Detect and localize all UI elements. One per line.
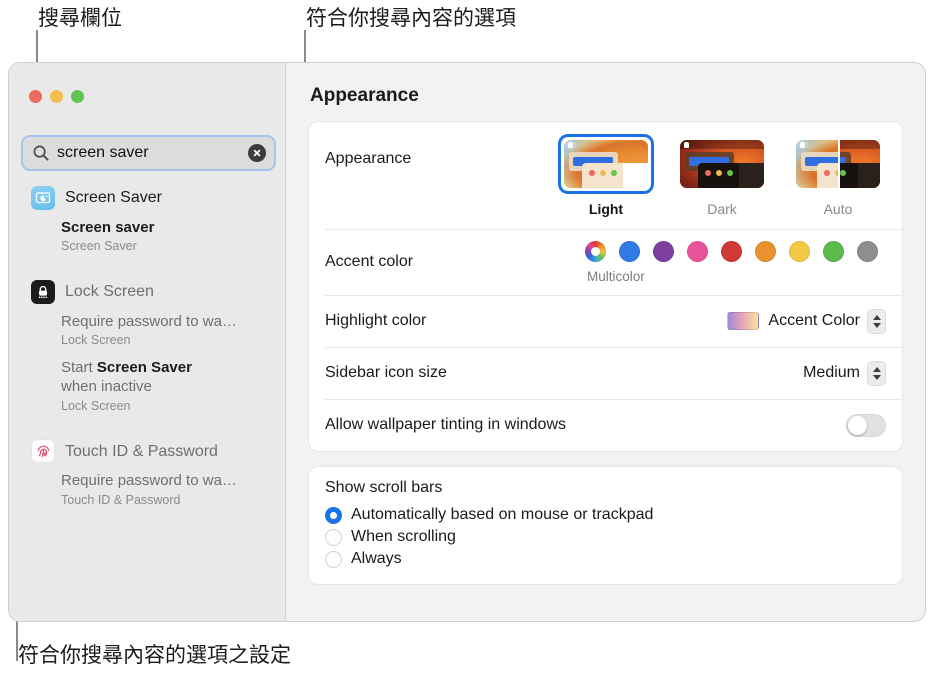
- sidebar-icon-size-row: Sidebar icon size Medium: [309, 347, 902, 399]
- system-settings-window: screen saver Screen Saver Screen saver S…: [8, 62, 926, 622]
- sidebar: screen saver Screen Saver Screen saver S…: [9, 63, 286, 621]
- settings-detail-pane: Appearance Appearance Light Dark Auto Ac…: [286, 63, 925, 621]
- result-item-title: Start Screen Saver: [61, 358, 269, 377]
- highlight-color-control[interactable]: Accent Color: [727, 308, 886, 334]
- result-item-subtitle: Touch ID & Password: [61, 492, 181, 507]
- accent-color-label: Accent color: [325, 253, 414, 270]
- sidebar-icon-size-label: Sidebar icon size: [325, 364, 447, 381]
- appearance-label: Appearance: [325, 150, 412, 167]
- accent-color-row: Accent color Multicolor: [309, 229, 902, 295]
- window-controls: [29, 90, 84, 103]
- result-item[interactable]: Start Screen Saver when inactive Lock Sc…: [9, 355, 285, 420]
- result-item-subtitle: Lock Screen: [61, 398, 131, 413]
- accent-swatch-pink[interactable]: [687, 240, 708, 262]
- result-item-subtitle: Screen Saver: [61, 239, 137, 254]
- scroll-bars-option-always[interactable]: Always: [325, 548, 886, 570]
- result-item-text-pre: Start: [61, 359, 97, 377]
- scroll-bars-option-label: When scrolling: [351, 528, 456, 545]
- accent-swatch-multicolor[interactable]: [585, 240, 606, 262]
- appearance-option-auto[interactable]: Auto: [790, 134, 886, 217]
- appearance-options: Light Dark Auto: [558, 134, 886, 217]
- result-item-subtitle: Lock Screen: [61, 333, 131, 348]
- highlight-color-swatch: [727, 312, 760, 330]
- appearance-option-label: Auto: [823, 201, 853, 217]
- scroll-bars-title: Show scroll bars: [325, 479, 443, 496]
- search-input-value[interactable]: screen saver: [57, 145, 248, 161]
- wallpaper-tinting-row: Allow wallpaper tinting in windows: [309, 399, 902, 451]
- highlight-color-value: Accent Color: [768, 312, 860, 329]
- annotation-search-field: 搜尋欄位: [38, 7, 122, 30]
- result-group-title: Screen Saver: [65, 189, 162, 207]
- scroll-bars-option-label: Automatically based on mouse or trackpad: [351, 506, 654, 523]
- radio-button[interactable]: [325, 550, 342, 568]
- annotation-matching-options: 符合你搜尋內容的選項: [306, 7, 516, 30]
- accent-color-options: Multicolor: [585, 233, 886, 292]
- result-group-title: Touch ID & Password: [65, 442, 218, 460]
- appearance-thumbnail-auto: [796, 140, 880, 188]
- search-results-list: Screen Saver Screen saver Screen Saver L…: [9, 181, 285, 621]
- chevron-updown-icon[interactable]: [867, 308, 886, 334]
- lock-screen-icon: [31, 280, 55, 305]
- clear-icon[interactable]: [248, 144, 266, 162]
- wallpaper-tinting-toggle[interactable]: [846, 413, 886, 437]
- appearance-option-label: Light: [588, 201, 624, 217]
- appearance-option-dark[interactable]: Dark: [674, 134, 770, 217]
- page-title: Appearance: [310, 85, 419, 106]
- search-field[interactable]: screen saver: [21, 135, 276, 171]
- result-group-title: Lock Screen: [65, 283, 154, 301]
- accent-swatch-graphite[interactable]: [857, 240, 878, 262]
- accent-swatch-purple[interactable]: [653, 240, 674, 262]
- result-item-title-line2: when inactive: [61, 378, 152, 396]
- minimize-button[interactable]: [50, 90, 63, 103]
- result-item-match: Screen Saver: [96, 359, 192, 377]
- result-group-lock-screen[interactable]: Lock Screen: [9, 275, 285, 309]
- screen-saver-icon: [31, 186, 55, 210]
- appearance-row: Appearance Light Dark Auto: [309, 122, 902, 229]
- scroll-bars-option-automatic[interactable]: Automatically based on mouse or trackpad: [325, 504, 886, 526]
- sidebar-icon-size-control[interactable]: Medium: [803, 360, 886, 386]
- accent-swatch-red[interactable]: [721, 240, 742, 262]
- appearance-option-label: Dark: [707, 201, 737, 217]
- result-item-title: Require password to wa…: [61, 472, 237, 490]
- highlight-color-label: Highlight color: [325, 312, 427, 329]
- annotation-matching-settings: 符合你搜尋內容的選項之設定: [18, 644, 291, 667]
- appearance-settings-card: Appearance Light Dark Auto Accent color …: [308, 121, 903, 452]
- appearance-option-light[interactable]: Light: [558, 134, 654, 217]
- scroll-bars-option-label: Always: [351, 550, 402, 567]
- search-icon: [32, 144, 50, 162]
- wallpaper-tinting-label: Allow wallpaper tinting in windows: [325, 416, 567, 433]
- close-button[interactable]: [29, 90, 42, 103]
- result-group-screen-saver[interactable]: Screen Saver: [9, 181, 285, 215]
- scroll-bars-card: Show scroll bars Automatically based on …: [308, 466, 903, 585]
- appearance-thumbnail-dark: [680, 140, 764, 188]
- result-group-touch-id[interactable]: Touch ID & Password: [9, 434, 285, 468]
- accent-color-caption: Multicolor: [587, 268, 645, 284]
- result-item[interactable]: Require password to wa… Lock Screen: [9, 309, 285, 355]
- result-item[interactable]: Require password to wa… Touch ID & Passw…: [9, 468, 285, 514]
- result-item-title: Require password to wa…: [61, 313, 237, 331]
- zoom-button[interactable]: [71, 90, 84, 103]
- accent-swatch-orange[interactable]: [755, 240, 776, 262]
- scroll-bars-option-when-scrolling[interactable]: When scrolling: [325, 526, 886, 548]
- radio-button[interactable]: [325, 528, 342, 546]
- highlight-color-row: Highlight color Accent Color: [309, 295, 902, 347]
- result-item-title: Screen saver: [61, 219, 155, 236]
- chevron-updown-icon[interactable]: [867, 360, 886, 386]
- radio-button[interactable]: [325, 506, 342, 524]
- touch-id-icon: [31, 439, 55, 464]
- result-item[interactable]: Screen saver Screen Saver: [9, 215, 285, 261]
- appearance-thumbnail-light: [564, 140, 648, 188]
- accent-swatch-green[interactable]: [823, 240, 844, 262]
- accent-swatch-yellow[interactable]: [789, 240, 810, 262]
- accent-swatch-blue[interactable]: [619, 240, 640, 262]
- sidebar-icon-size-value: Medium: [803, 364, 860, 381]
